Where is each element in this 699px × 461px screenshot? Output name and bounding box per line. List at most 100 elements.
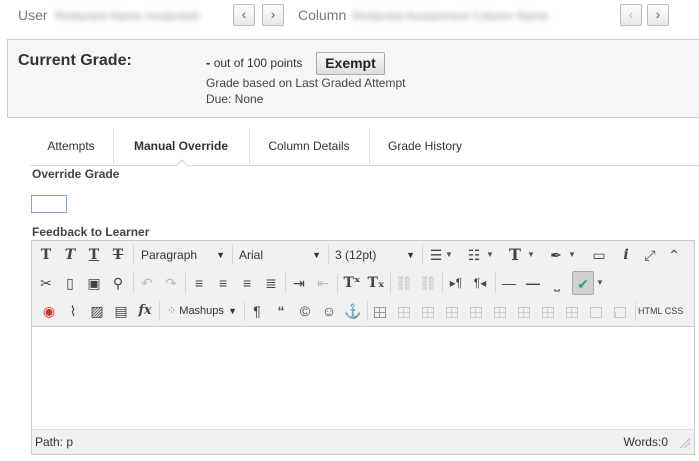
table-cell-props-icon[interactable]	[417, 299, 439, 323]
feedback-label: Feedback to Learner	[32, 225, 150, 239]
find-icon[interactable]: ⚲	[107, 271, 129, 295]
numbered-list-icon[interactable]: ☷	[463, 243, 485, 267]
text-color-icon[interactable]: T	[504, 243, 526, 267]
unlink-icon[interactable]: ⛓	[417, 271, 439, 295]
insert-column-before-icon[interactable]	[513, 299, 535, 323]
points-possible: out of 100 points	[213, 56, 303, 70]
delete-column-icon[interactable]	[561, 299, 583, 323]
table-row-props-icon[interactable]	[393, 299, 415, 323]
redo-icon[interactable]: ↷	[160, 271, 182, 295]
mashups-label: Mashups	[179, 305, 224, 317]
css-button[interactable]: CSS	[662, 299, 686, 323]
merge-cells-icon[interactable]	[609, 299, 631, 323]
insert-table-icon[interactable]	[369, 299, 391, 323]
indent-icon[interactable]: ⇥	[288, 271, 310, 295]
align-right-icon[interactable]: ≡	[236, 271, 258, 295]
collapse-toolbar-icon[interactable]: ⌃	[663, 243, 685, 267]
emoticon-icon[interactable]: ☺	[318, 299, 340, 323]
undo-icon[interactable]: ↶	[136, 271, 158, 295]
align-left-icon[interactable]: ≡	[188, 271, 210, 295]
toolbar-divider	[635, 301, 636, 321]
cut-icon[interactable]: ✂	[35, 271, 57, 295]
tab-grade-history[interactable]: Grade History	[370, 128, 480, 165]
info-icon[interactable]: i	[615, 243, 637, 267]
override-grade-input[interactable]	[31, 195, 67, 213]
chevron-right-icon: ›	[655, 6, 661, 22]
strikethrough-icon[interactable]: T	[107, 243, 129, 267]
highlight-icon[interactable]: ✒	[545, 243, 567, 267]
chevron-left-icon: ‹	[241, 6, 247, 22]
font-family-select[interactable]: Arial ▼	[235, 244, 325, 266]
justify-icon[interactable]: ≣	[260, 271, 282, 295]
insert-column-after-icon[interactable]	[537, 299, 559, 323]
previous-column-button[interactable]: ‹	[620, 4, 642, 26]
thick-rule-icon[interactable]: —	[522, 271, 544, 295]
horizontal-rule-icon[interactable]: —	[498, 271, 520, 295]
paste-icon[interactable]: ▣	[83, 271, 105, 295]
subscript-icon[interactable]: Tₓ	[365, 271, 387, 295]
tab-column-details[interactable]: Column Details	[250, 128, 368, 165]
current-grade-score: - out of 100 points	[206, 55, 302, 70]
chevron-right-icon: ›	[270, 6, 276, 22]
link-icon[interactable]: ⛓	[393, 271, 415, 295]
anchor-icon[interactable]: ⚓	[342, 299, 364, 323]
rtl-icon[interactable]: ¶◂	[469, 271, 491, 295]
split-cells-icon[interactable]	[585, 299, 607, 323]
toolbar-divider	[185, 273, 186, 293]
user-value: Redacted Name (redacted)	[55, 9, 200, 21]
media-icon[interactable]: ▤	[110, 299, 132, 323]
dropdown-arrow-icon: ▼	[312, 250, 321, 260]
next-user-button[interactable]: ›	[262, 4, 284, 26]
toolbar-divider	[422, 245, 423, 265]
dropdown-arrow-icon: ▼	[228, 306, 237, 316]
chevron-down-icon[interactable]: ▼	[567, 243, 577, 267]
spellcheck-icon[interactable]: ✔	[572, 271, 594, 295]
delete-row-icon[interactable]	[489, 299, 511, 323]
tab-attempts[interactable]: Attempts	[30, 128, 112, 165]
feedback-text-area[interactable]	[32, 328, 694, 429]
special-character-icon[interactable]: ©	[294, 299, 316, 323]
chevron-down-icon[interactable]: ▼	[526, 243, 536, 267]
image-icon[interactable]: ▨	[86, 299, 108, 323]
grade-navigation-bar: User Redacted Name (redacted) ‹ › Column…	[0, 0, 699, 32]
toolbar-row-3: ◉ ⌇ ▨ ▤ fx ⁘ Mashups ▼ ¶ “ © ☺ ⚓ HTML CS…	[32, 297, 694, 325]
paragraph-mark-icon[interactable]: ¶	[246, 299, 268, 323]
italic-icon[interactable]: T	[59, 243, 81, 267]
due-date-text: Due: None	[206, 92, 264, 106]
mashups-select[interactable]: ⁘ Mashups ▼	[163, 300, 241, 322]
word-count: Words:0	[623, 435, 668, 449]
preview-icon[interactable]: ▭	[588, 243, 610, 267]
resize-handle-icon[interactable]	[680, 438, 690, 448]
html-button[interactable]: HTML	[638, 299, 663, 323]
bold-icon[interactable]: T	[35, 243, 57, 267]
outdent-icon[interactable]: ⇤	[312, 271, 334, 295]
chevron-down-icon[interactable]: ▼	[444, 243, 454, 267]
exempt-button[interactable]: Exempt	[316, 52, 385, 75]
align-center-icon[interactable]: ≡	[212, 271, 234, 295]
previous-user-button[interactable]: ‹	[233, 4, 255, 26]
chevron-down-icon[interactable]: ▼	[485, 243, 495, 267]
record-icon[interactable]: ◉	[38, 299, 60, 323]
toolbar-divider	[232, 245, 233, 265]
font-size-select[interactable]: 3 (12pt) ▼	[331, 244, 419, 266]
dropdown-arrow-icon: ▼	[216, 250, 225, 260]
toolbar-divider	[442, 273, 443, 293]
element-path: Path: p	[35, 435, 74, 449]
superscript-icon[interactable]: Tˣ	[341, 271, 363, 295]
toolbar-divider	[390, 273, 391, 293]
math-formula-icon[interactable]: fx	[134, 299, 156, 323]
insert-row-after-icon[interactable]	[465, 299, 487, 323]
ltr-icon[interactable]: ▸¶	[445, 271, 467, 295]
attachment-icon[interactable]: ⌇	[62, 299, 84, 323]
nonbreaking-space-icon[interactable]: ⎵	[546, 271, 568, 295]
fullscreen-icon[interactable]: ⤢	[639, 243, 661, 267]
active-tab-pointer-fill	[176, 161, 188, 167]
format-select[interactable]: Paragraph ▼	[137, 244, 229, 266]
copy-icon[interactable]: ▯	[59, 271, 81, 295]
insert-row-before-icon[interactable]	[441, 299, 463, 323]
font-select-value: Arial	[239, 248, 264, 262]
blockquote-icon[interactable]: “	[270, 299, 292, 323]
next-column-button[interactable]: ›	[647, 4, 669, 26]
chevron-down-icon[interactable]: ▼	[595, 271, 605, 295]
underline-icon[interactable]: T	[83, 243, 105, 267]
